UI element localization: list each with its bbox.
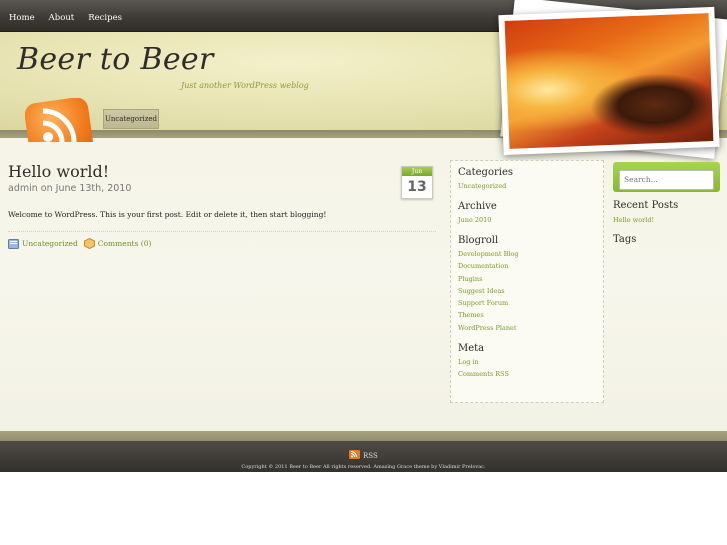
date-badge: Jun 13 — [401, 166, 433, 199]
archive-link[interactable]: June 2010 — [458, 216, 491, 224]
site-title[interactable]: Beer to Beer — [17, 42, 214, 77]
nav-about[interactable]: About — [49, 13, 75, 23]
post-meta: admin on June 13th, 2010 — [8, 183, 132, 194]
nav-recipes[interactable]: Recipes — [88, 13, 122, 23]
categories-heading: Categories — [458, 167, 513, 178]
blogroll-link[interactable]: WordPress Planet — [458, 324, 516, 332]
post-body: Welcome to WordPress. This is your first… — [8, 210, 327, 219]
footer-rss-link[interactable]: RSS — [349, 450, 378, 461]
tags-heading: Tags — [613, 234, 637, 245]
page: Home About Recipes Beer to Beer Just ano… — [0, 0, 727, 472]
rss-icon — [349, 450, 360, 461]
blogroll-link[interactable]: Plugins — [458, 275, 482, 283]
post-footer: Uncategorized Comments (0) — [8, 237, 152, 250]
blogroll-link[interactable]: Documentation — [458, 262, 508, 270]
meta-heading: Meta — [458, 343, 485, 354]
comment-icon — [83, 237, 95, 250]
archive-heading: Archive — [458, 201, 497, 212]
search-input[interactable] — [619, 169, 714, 190]
meta-link[interactable]: Log in — [458, 358, 479, 366]
copyright: Copyright © 2011 Beer to Beer All rights… — [241, 464, 486, 470]
date-day: 13 — [407, 179, 427, 195]
header-photo — [498, 6, 720, 156]
blogroll-link[interactable]: Development Blog — [458, 250, 519, 258]
date-month: Jun — [402, 167, 432, 176]
nav-home[interactable]: Home — [9, 13, 35, 23]
post-divider — [8, 231, 436, 232]
category-tab[interactable]: Uncategorized — [103, 109, 159, 129]
recent-post-link[interactable]: Hello world! — [613, 216, 654, 224]
blogroll-link[interactable]: Themes — [458, 311, 484, 319]
recent-posts-heading: Recent Posts — [613, 200, 679, 211]
post-category-link[interactable]: Uncategorized — [22, 239, 78, 248]
footer-band — [0, 431, 727, 441]
blogroll-link[interactable]: Support Forum — [458, 299, 508, 307]
search-box — [613, 162, 720, 192]
sidebar: Categories Uncategorized Archive June 20… — [450, 160, 604, 403]
footer-rss-label: RSS — [363, 451, 378, 460]
blogroll-link[interactable]: Suggest Ideas — [458, 287, 505, 295]
site-tagline: Just another WordPress weblog — [181, 81, 309, 90]
folder-icon — [8, 238, 19, 249]
meta-link[interactable]: Comments RSS — [458, 370, 509, 378]
rss-feed-icon[interactable] — [25, 98, 93, 142]
post-title[interactable]: Hello world! — [8, 162, 109, 181]
post-comments-link[interactable]: Comments (0) — [98, 239, 152, 248]
category-link[interactable]: Uncategorized — [458, 182, 506, 190]
main-nav: Home About Recipes — [9, 13, 122, 23]
blogroll-heading: Blogroll — [458, 235, 499, 246]
